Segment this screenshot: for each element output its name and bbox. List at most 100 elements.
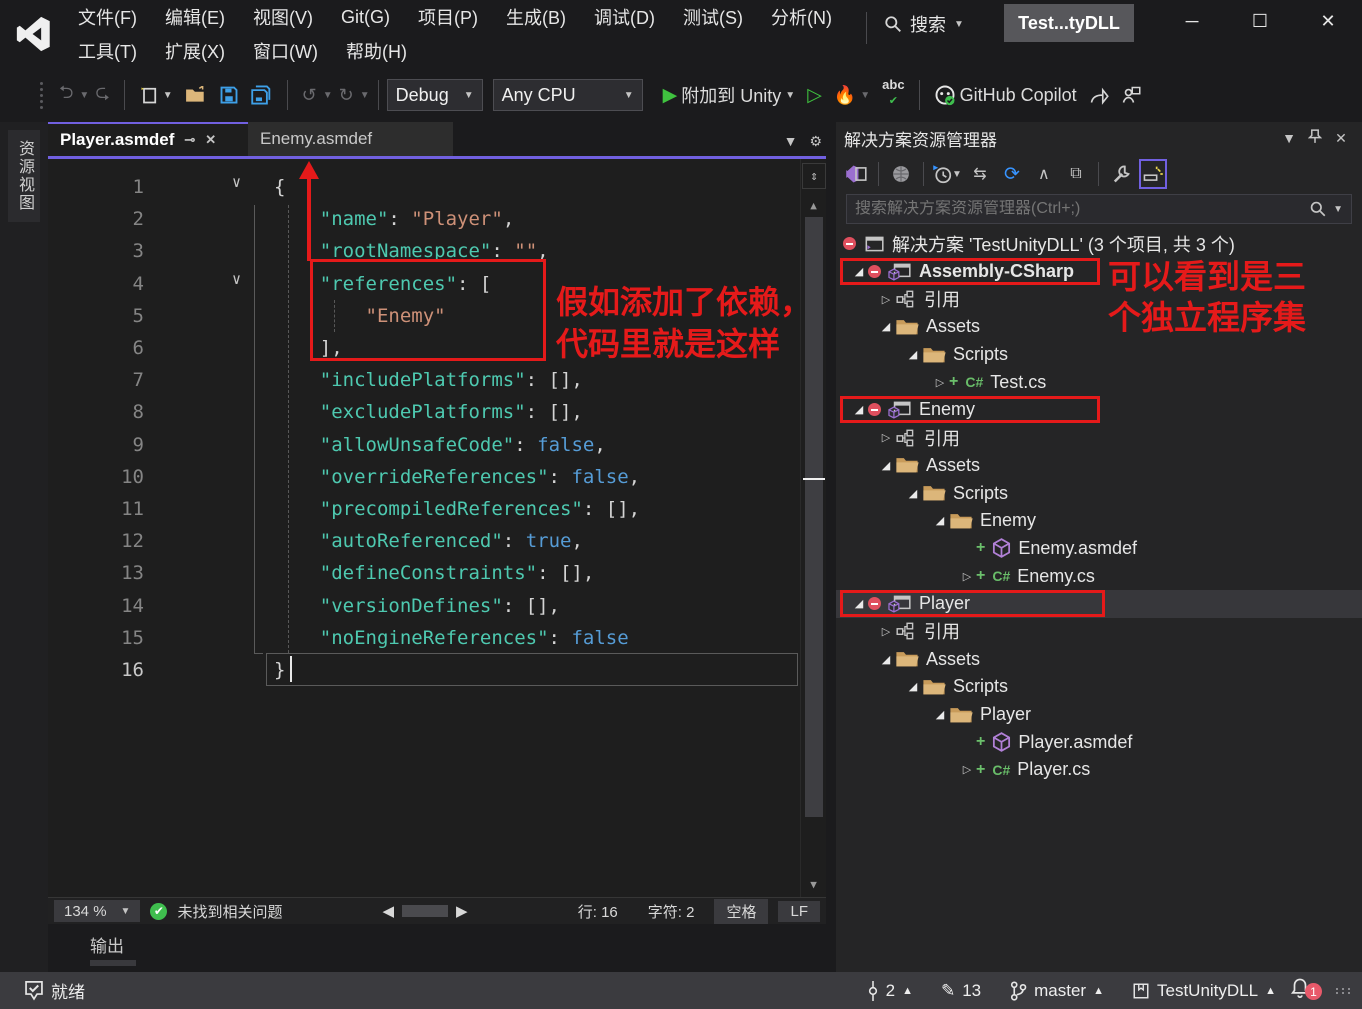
new-file-button[interactable]: ▼ xyxy=(133,78,179,112)
hot-reload-button[interactable]: 🔥▼ xyxy=(828,78,876,112)
tab-list-chevron-icon[interactable]: ▼ xyxy=(784,133,798,150)
panel-close-icon[interactable]: ✕ xyxy=(1328,130,1354,147)
pin-icon[interactable]: ⊸ xyxy=(184,132,195,148)
solution-search-input[interactable] xyxy=(855,200,1309,218)
menu-item-视图-v[interactable]: 视图(V) xyxy=(239,4,327,30)
tree-row-assets[interactable]: ◢Assets xyxy=(836,452,1362,480)
chevron-collapsed-icon[interactable]: ▷ xyxy=(931,376,949,389)
output-tab[interactable]: 输出 xyxy=(90,932,124,957)
code-line-11[interactable]: 11 "precompiledReferences": [], xyxy=(48,493,800,525)
tab-close-icon[interactable]: ✕ xyxy=(205,132,216,148)
refresh-button[interactable]: ⟳ xyxy=(998,159,1026,189)
fold-collapse-icon[interactable]: ∨ xyxy=(232,173,241,191)
tree-row-assets[interactable]: ◢Assets xyxy=(836,313,1362,341)
collapse-all-button[interactable]: ∧ xyxy=(1030,159,1058,189)
notifications-button[interactable]: 1 xyxy=(1290,977,1310,1004)
pin-icon[interactable] xyxy=(1302,129,1328,147)
tree-row-enemy[interactable]: ◢Enemy xyxy=(836,507,1362,535)
search-control[interactable]: 搜索 ▼ xyxy=(884,6,964,42)
menu-item-扩展-x[interactable]: 扩展(X) xyxy=(151,38,239,64)
tree-row-引用[interactable]: ▷引用 xyxy=(836,424,1362,452)
vertical-scrollbar[interactable]: ⇕ ▲ ▼ xyxy=(800,159,826,897)
chevron-expanded-icon[interactable]: ◢ xyxy=(877,320,895,333)
chevron-expanded-icon[interactable]: ◢ xyxy=(931,708,949,721)
panel-splitter[interactable] xyxy=(826,122,836,972)
properties-button[interactable] xyxy=(1107,159,1135,189)
menu-item-窗口-w[interactable]: 窗口(W) xyxy=(239,38,332,64)
navigate-back-button[interactable]: ⮌ xyxy=(53,78,79,112)
split-editor-handle-icon[interactable]: ⇕ xyxy=(802,163,826,189)
tree-row-引用[interactable]: ▷引用 xyxy=(836,618,1362,646)
code-line-1[interactable]: 1∨{ xyxy=(48,171,800,203)
github-copilot-button[interactable]: GitHub Copilot xyxy=(928,78,1083,112)
tree-row-test-cs[interactable]: ▷+C#Test.cs xyxy=(836,368,1362,396)
chevron-expanded-icon[interactable]: ◢ xyxy=(904,348,922,361)
solution-explorer-header[interactable]: 解决方案资源管理器 ▼ ✕ xyxy=(836,122,1362,154)
code-line-2[interactable]: 2 "name": "Player", xyxy=(48,203,800,235)
scroll-up-arrow[interactable]: ▲ xyxy=(801,199,826,212)
pending-changes-filter-button[interactable] xyxy=(887,159,915,189)
tree-row-scripts[interactable]: ◢Scripts xyxy=(836,479,1362,507)
show-all-files-button[interactable]: ⧉ xyxy=(1062,159,1090,189)
hscrollbar-thumb[interactable] xyxy=(402,905,448,917)
resource-view-vertical-tab[interactable]: 资源视图 xyxy=(8,130,40,222)
chevron-expanded-icon[interactable]: ◢ xyxy=(904,680,922,693)
editor-tab-enemy-asmdef[interactable]: Enemy.asmdef xyxy=(248,122,453,156)
menu-item-生成-b[interactable]: 生成(B) xyxy=(492,4,580,30)
window-title[interactable]: Test...tyDLL xyxy=(1004,4,1134,42)
code-line-7[interactable]: 7 "includePlatforms": [], xyxy=(48,364,800,396)
chevron-down-icon[interactable]: ▼ xyxy=(360,90,370,101)
navigate-forward-button[interactable]: ⮎ xyxy=(89,78,115,112)
code-line-8[interactable]: 8 "excludePlatforms": [], xyxy=(48,396,800,428)
close-button[interactable]: ✕ xyxy=(1294,0,1362,42)
minimize-button[interactable]: ─ xyxy=(1158,0,1226,42)
line-indicator[interactable]: 行: 16 xyxy=(568,901,628,922)
space-mode-indicator[interactable]: 空格 xyxy=(714,899,768,924)
code-line-10[interactable]: 10 "overrideReferences": false, xyxy=(48,461,800,493)
tree-row-assets[interactable]: ◢Assets xyxy=(836,645,1362,673)
resize-grip[interactable] xyxy=(1336,988,1352,994)
chevron-down-icon[interactable]: ▼ xyxy=(163,90,173,101)
toolbar-grip[interactable] xyxy=(40,82,43,109)
code-line-9[interactable]: 9 "allowUnsafeCode": false, xyxy=(48,429,800,461)
save-all-button[interactable] xyxy=(245,78,279,112)
scroll-right-arrow[interactable]: ▶ xyxy=(456,902,468,920)
menu-item-文件-f[interactable]: 文件(F) xyxy=(64,4,151,30)
maximize-button[interactable]: ☐ xyxy=(1226,0,1294,42)
chevron-collapsed-icon[interactable]: ▷ xyxy=(877,431,895,444)
tree-row-引用[interactable]: ▷引用 xyxy=(836,285,1362,313)
fold-collapse-icon[interactable]: ∨ xyxy=(232,270,241,288)
share-button[interactable] xyxy=(1083,78,1115,112)
attach-to-unity-button[interactable]: ▶ 附加到 Unity ▼ xyxy=(657,78,802,112)
menu-item-git-g[interactable]: Git(G) xyxy=(327,7,404,28)
menu-item-分析-n[interactable]: 分析(N) xyxy=(757,4,846,30)
chevron-down-icon[interactable]: ▼ xyxy=(323,90,333,101)
tree-row-scripts[interactable]: ◢Scripts xyxy=(836,341,1362,369)
tree-row-enemy-asmdef[interactable]: +Enemy.asmdef xyxy=(836,535,1362,563)
tree-row-player-asmdef[interactable]: +Player.asmdef xyxy=(836,728,1362,756)
editor-options-gear-icon[interactable]: ⚙ xyxy=(809,133,822,150)
tree-row-scripts[interactable]: ◢Scripts xyxy=(836,673,1362,701)
branch-button[interactable]: master ▲ xyxy=(995,981,1118,1001)
menu-item-编辑-e[interactable]: 编辑(E) xyxy=(151,4,239,30)
chevron-collapsed-icon[interactable]: ▷ xyxy=(958,570,976,583)
problems-status[interactable]: 未找到相关问题 xyxy=(177,901,282,922)
menu-item-工具-t[interactable]: 工具(T) xyxy=(64,38,151,64)
background-tasks-indicator[interactable]: 就绪 xyxy=(10,978,99,1003)
tree-row-assembly-csharp[interactable]: ◢Assembly-CSharp xyxy=(836,258,1362,286)
menu-item-调试-d[interactable]: 调试(D) xyxy=(580,4,669,30)
menu-item-项目-p[interactable]: 项目(P) xyxy=(404,4,492,30)
chevron-down-icon[interactable]: ▼ xyxy=(79,90,89,101)
undo-button[interactable]: ↺ xyxy=(296,78,323,112)
save-button[interactable] xyxy=(213,78,245,112)
platform-select[interactable]: Any CPU ▼ xyxy=(493,79,643,111)
sync-with-active-document-button[interactable]: ⇆ xyxy=(966,159,994,189)
start-without-debugging-button[interactable]: ▷ xyxy=(801,78,828,112)
zoom-select[interactable]: 134 % ▼ xyxy=(54,900,140,922)
switch-views-button[interactable] xyxy=(842,159,870,189)
chevron-collapsed-icon[interactable]: ▷ xyxy=(958,763,976,776)
pending-changes-button[interactable]: ✎ 13 xyxy=(927,981,995,1001)
char-indicator[interactable]: 字符: 2 xyxy=(638,901,705,922)
open-folder-button[interactable] xyxy=(179,78,213,112)
tree-row-enemy[interactable]: ◢Enemy xyxy=(836,396,1362,424)
